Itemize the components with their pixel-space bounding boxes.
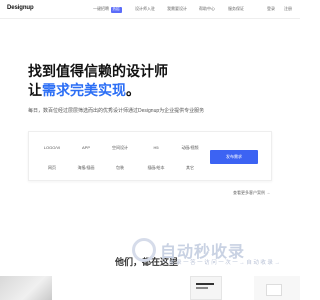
watermark: 自动秒收录 一 收 录 一 答 一 访 问 一 次 一 → 自 动 收 录 → [132,236,280,276]
category-packaging[interactable]: 包装 [116,165,124,171]
category-animation-video[interactable]: 动画/视频 [181,145,198,151]
nav-item-recruit-label: 一键招聘 [93,6,109,11]
category-web[interactable]: 网页 [48,165,56,171]
top-nav: Designup 一键招聘 热招 设计师入驻 我需要设计 帮助中心 服务保证 登录… [0,0,300,18]
login-link[interactable]: 登录 [267,6,275,12]
watermark-subtitle: 一 收 录 一 答 一 访 问 一 次 一 → 自 动 收 录 → [162,260,280,266]
nav-item-recruit[interactable]: 一键招聘 热招 [93,6,122,13]
hero-headline-line1: 找到值得信赖的设计师 [28,63,168,79]
case-thumbnail[interactable] [190,276,222,300]
hero-headline-line2: 让需求完美实现。 [28,80,140,100]
nav-item-guarantee[interactable]: 服务保证 [228,6,244,12]
category-space-design[interactable]: 空间设计 [112,145,128,151]
more-cases-link[interactable]: 查看更多客户案例 → [233,190,270,196]
hero-line2-prefix: 让 [28,82,42,98]
category-other[interactable]: 其它 [186,165,194,171]
nav-item-join[interactable]: 设计师入驻 [135,6,155,12]
hero-subtitle: 每日，数百位经过层层筛选而出的优秀设计师通过Designup为企业提供专业服务 [28,108,205,114]
thumbnail-text-line [196,287,208,289]
thumbnail-text-line [196,283,214,285]
nav-item-help[interactable]: 帮助中心 [199,6,215,12]
category-app[interactable]: APP [82,145,90,150]
post-requirement-button[interactable]: 发布需求 [210,150,258,164]
category-poster-illustration[interactable]: 海报/插画 [77,165,94,171]
case-thumbnail[interactable] [0,276,52,300]
nav-item-need-design[interactable]: 我需要设计 [167,6,187,12]
watermark-logo-icon [132,238,156,262]
category-h5[interactable]: H5 [153,145,158,150]
register-link[interactable]: 注册 [284,6,292,12]
category-logo-vi[interactable]: LOGO/VI [44,145,60,150]
thumbnail-image [266,284,282,296]
hot-badge: 热招 [110,6,122,13]
logo[interactable]: Designup [7,5,34,11]
case-thumbnail[interactable] [254,276,300,300]
category-picture-book[interactable]: 插画/绘本 [147,165,164,171]
hero-line2-suffix: 。 [126,82,140,98]
hero-line2-highlight: 需求完美实现 [42,82,126,98]
nav-divider [0,18,300,19]
